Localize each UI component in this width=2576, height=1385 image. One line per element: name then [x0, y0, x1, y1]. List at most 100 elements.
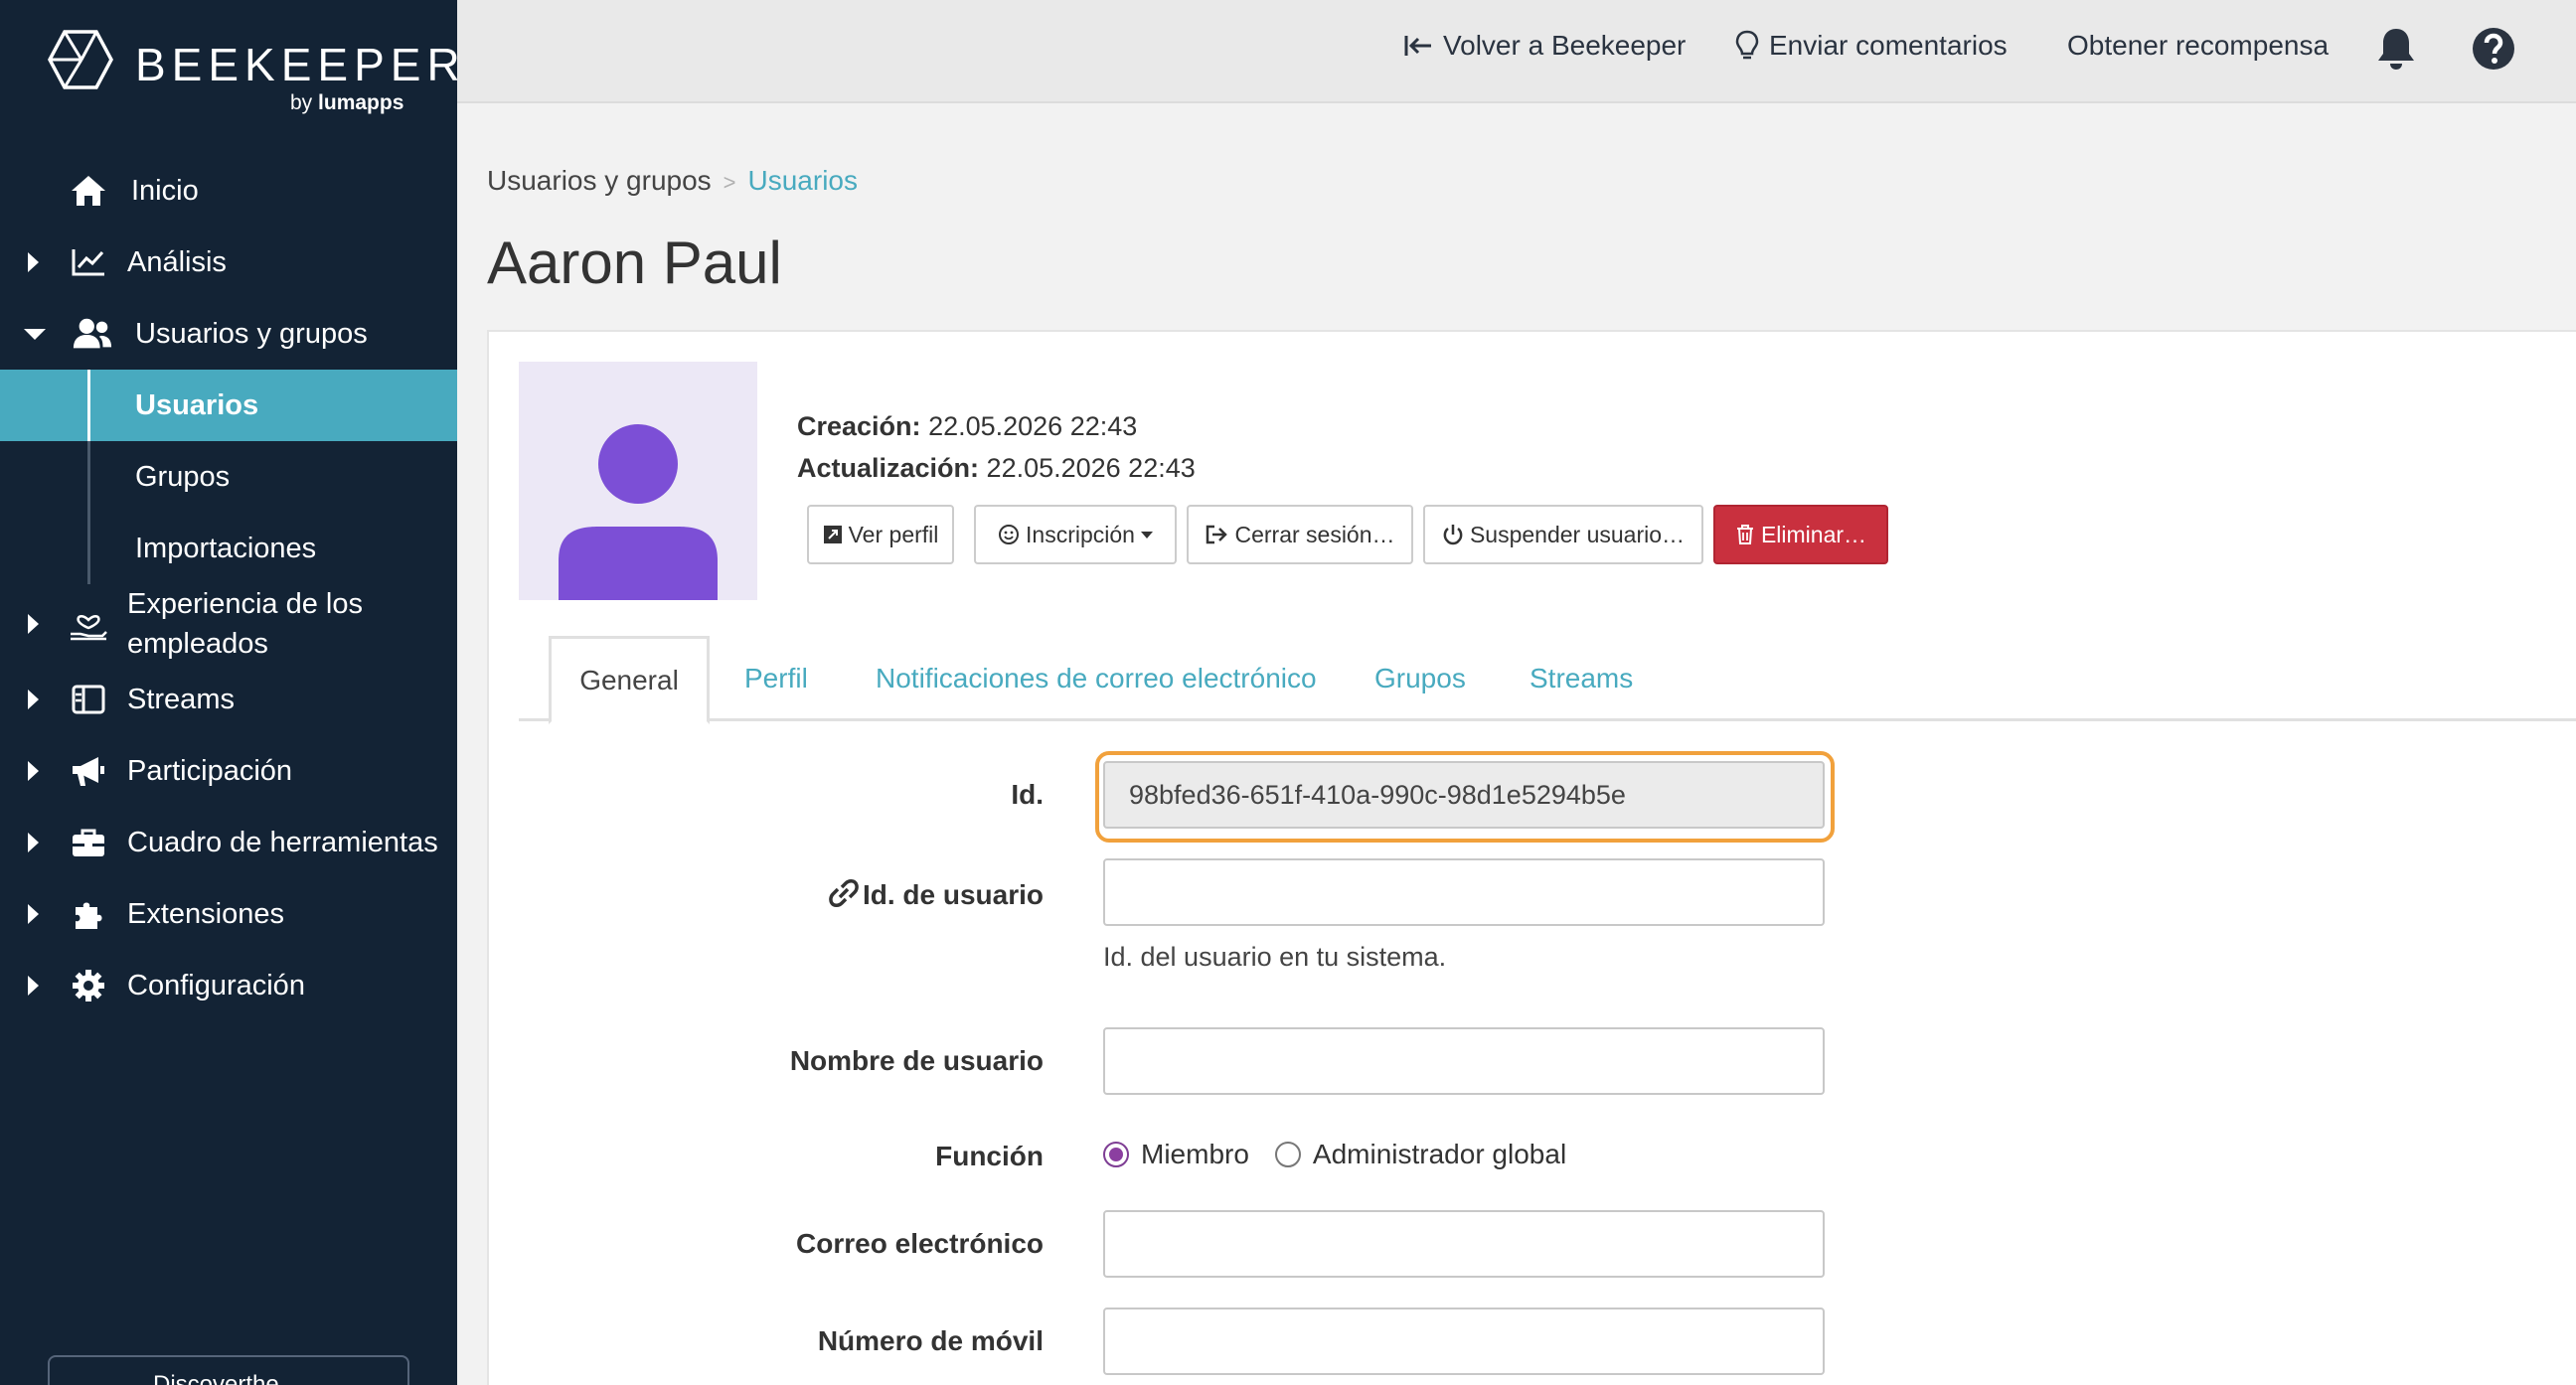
sidebar-subitem-usuarios[interactable]: Usuarios — [0, 370, 457, 441]
hexagon-logo-icon — [48, 30, 113, 89]
lightbulb-icon — [1735, 30, 1759, 62]
discover-label: Discoverthe — [153, 1371, 279, 1385]
avatar — [519, 362, 757, 600]
sidebar-item-label: Usuarios y grupos — [135, 317, 368, 350]
tab-bar: General Perfil Notificaciones de correo … — [519, 636, 2576, 724]
breadcrumb: Usuarios y grupos > Usuarios — [487, 165, 858, 197]
mobile-label: Número de móvil — [817, 1325, 1044, 1356]
arrow-left-bar-icon — [1403, 33, 1433, 59]
sidebar-item-label: Extensiones — [127, 897, 284, 930]
user-id-label: Id. de usuario — [596, 878, 1044, 915]
sidebar-item-label: Configuración — [127, 969, 305, 1001]
caret-right-icon — [28, 976, 39, 996]
sidebar-item-configuracion[interactable]: Configuración — [0, 950, 457, 1021]
link-icon — [829, 878, 859, 915]
role-member-label[interactable]: Miembro — [1141, 1139, 1249, 1170]
breadcrumb-current-link[interactable]: Usuarios — [748, 165, 858, 196]
sidebar-item-label: Experiencia de los empleados — [127, 588, 363, 660]
sidebar-item-label: Participación — [127, 754, 293, 787]
enrollment-dropdown-button[interactable]: Inscripción — [974, 505, 1177, 564]
page-title: Aaron Paul — [487, 230, 782, 296]
bell-icon[interactable] — [2375, 26, 2417, 77]
username-label: Nombre de usuario — [789, 1045, 1044, 1076]
power-icon — [1442, 524, 1464, 545]
sidebar: BEEKEEPER by lumapps Inicio Análisis Usu… — [0, 0, 460, 1385]
external-square-icon — [823, 525, 843, 544]
feedback-label: Enviar comentarios — [1769, 30, 2008, 61]
breadcrumb-parent-link[interactable]: Usuarios y grupos — [487, 165, 712, 196]
sidebar-item-label: Streams — [127, 683, 235, 715]
role-global-admin-label[interactable]: Administrador global — [1313, 1139, 1566, 1170]
email-label: Correo electrónico — [796, 1228, 1044, 1259]
sidebar-item-experiencia[interactable]: Experiencia de los empleados — [0, 584, 457, 664]
sidebar-subitem-importaciones[interactable]: Importaciones — [0, 513, 457, 584]
tab-general[interactable]: General — [549, 636, 710, 724]
sign-out-icon — [1205, 524, 1228, 545]
id-label: Id. — [1011, 779, 1044, 810]
sidebar-nav: Inicio Análisis Usuarios y grupos Usuari… — [0, 155, 457, 1021]
caret-right-icon — [28, 904, 39, 924]
send-feedback-link[interactable]: Enviar comentarios — [1735, 30, 2008, 62]
reward-label: Obtener recompensa — [2067, 30, 2330, 61]
sidebar-item-extensiones[interactable]: Extensiones — [0, 878, 457, 950]
sidebar-item-label: Análisis — [127, 245, 227, 278]
users-icon — [72, 313, 113, 355]
sidebar-item-streams[interactable]: Streams — [0, 664, 457, 735]
breadcrumb-separator: > — [723, 170, 736, 195]
puzzle-icon — [68, 893, 109, 935]
sidebar-item-inicio[interactable]: Inicio — [0, 155, 457, 227]
user-silhouette-icon — [559, 424, 718, 600]
user-meta: Creación: 22.05.2026 22:43 Actualización… — [797, 405, 1196, 489]
brand-name: BEEKEEPER — [135, 39, 466, 90]
updated-row: Actualización: 22.05.2026 22:43 — [797, 453, 1196, 483]
mobile-field[interactable] — [1103, 1308, 1825, 1375]
created-row: Creación: 22.05.2026 22:43 — [797, 411, 1138, 441]
megaphone-icon — [68, 750, 109, 792]
beekeeper-logo[interactable]: BEEKEEPER by lumapps — [48, 30, 460, 119]
logout-button[interactable]: Cerrar sesión… — [1187, 505, 1413, 564]
discover-card[interactable]: Discoverthe — [48, 1355, 409, 1385]
user-id-field[interactable] — [1103, 858, 1825, 926]
top-bar: Volver a Beekeeper Enviar comentarios Ob… — [457, 0, 2576, 103]
sidebar-item-usuarios-y-grupos[interactable]: Usuarios y grupos — [0, 298, 457, 370]
delete-user-button[interactable]: Eliminar… — [1713, 505, 1888, 564]
email-field[interactable] — [1103, 1210, 1825, 1278]
tab-perfil[interactable]: Perfil — [744, 636, 808, 721]
sidebar-item-cuadro-de-herramientas[interactable]: Cuadro de herramientas — [0, 807, 457, 878]
caret-right-icon — [28, 252, 39, 272]
toolbox-icon — [68, 822, 109, 863]
home-icon — [68, 170, 109, 212]
caret-down-icon — [24, 328, 46, 340]
smile-icon — [998, 524, 1020, 545]
role-member-radio[interactable] — [1103, 1142, 1129, 1167]
get-reward-link[interactable]: Obtener recompensa — [2067, 30, 2329, 62]
help-icon[interactable] — [2471, 26, 2516, 77]
sidebar-subitem-grupos[interactable]: Grupos — [0, 441, 457, 513]
role-global-admin-radio[interactable] — [1274, 1142, 1301, 1167]
username-field[interactable] — [1103, 1027, 1825, 1095]
tab-streams[interactable]: Streams — [1530, 636, 1633, 721]
tab-notificaciones[interactable]: Notificaciones de correo electrónico — [876, 636, 1317, 721]
caret-right-icon — [28, 833, 39, 852]
gear-icon — [68, 965, 109, 1006]
back-to-beekeeper-link[interactable]: Volver a Beekeeper — [1403, 30, 1686, 62]
chart-line-icon — [68, 241, 109, 283]
streams-icon — [68, 679, 109, 720]
role-label: Función — [935, 1141, 1044, 1171]
sidebar-item-label: Usuarios — [135, 388, 259, 421]
user-id-help: Id. del usuario en tu sistema. — [1103, 942, 1447, 972]
sidebar-item-analisis[interactable]: Análisis — [0, 227, 457, 298]
back-label: Volver a Beekeeper — [1443, 30, 1687, 61]
sidebar-item-label: Cuadro de herramientas — [127, 826, 438, 858]
role-radio-group: Miembro Administrador global — [1103, 1139, 1592, 1170]
id-field[interactable]: 98bfed36-651f-410a-990c-98d1e5294b5e — [1103, 761, 1825, 829]
caret-right-icon — [28, 614, 39, 634]
sidebar-item-label: Grupos — [135, 460, 231, 493]
suspend-user-button[interactable]: Suspender usuario… — [1423, 505, 1703, 564]
view-profile-button[interactable]: Ver perfil — [807, 505, 954, 564]
trash-icon — [1735, 524, 1755, 545]
sidebar-item-participacion[interactable]: Participación — [0, 735, 457, 807]
brand-sub: by lumapps — [290, 91, 404, 114]
sidebar-item-label: Importaciones — [135, 532, 317, 564]
tab-grupos[interactable]: Grupos — [1374, 636, 1466, 721]
